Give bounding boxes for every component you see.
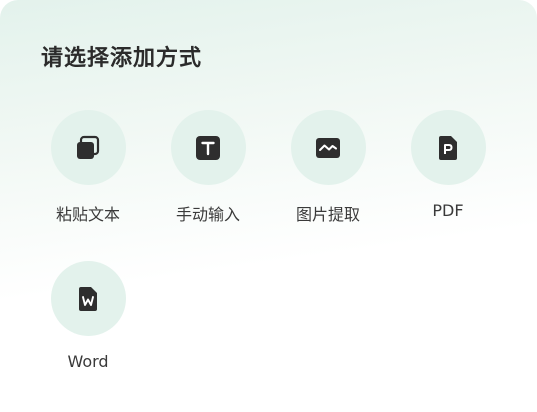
option-icon-circle[interactable] [50,261,126,336]
option-label: Word [67,352,109,371]
option-label: PDF [432,201,464,220]
text-icon [196,135,220,160]
sheet-title: 请选择添加方式 [41,46,203,71]
option-icon-circle[interactable] [410,110,486,185]
option-paste-text[interactable]: 粘贴文本 [33,110,143,240]
option-label: 粘贴文本 [55,205,120,224]
image-icon [316,137,340,158]
option-label: 手动输入 [175,205,240,224]
word-file-icon [79,286,97,311]
pdf-file-icon [439,135,457,160]
copy-icon [77,135,100,159]
option-manual-input[interactable]: 手动输入 [153,110,263,240]
option-word[interactable]: Word [33,261,143,391]
option-icon-circle[interactable] [50,110,126,185]
option-pdf[interactable]: PDF [393,110,503,240]
add-method-sheet: 请选择添加方式 粘贴文本 手动输入 图片提取 PDF Word [0,0,537,412]
option-label: 图片提取 [295,205,360,224]
option-icon-circle[interactable] [290,110,366,185]
option-image-extract[interactable]: 图片提取 [273,110,383,240]
option-icon-circle[interactable] [170,110,246,185]
